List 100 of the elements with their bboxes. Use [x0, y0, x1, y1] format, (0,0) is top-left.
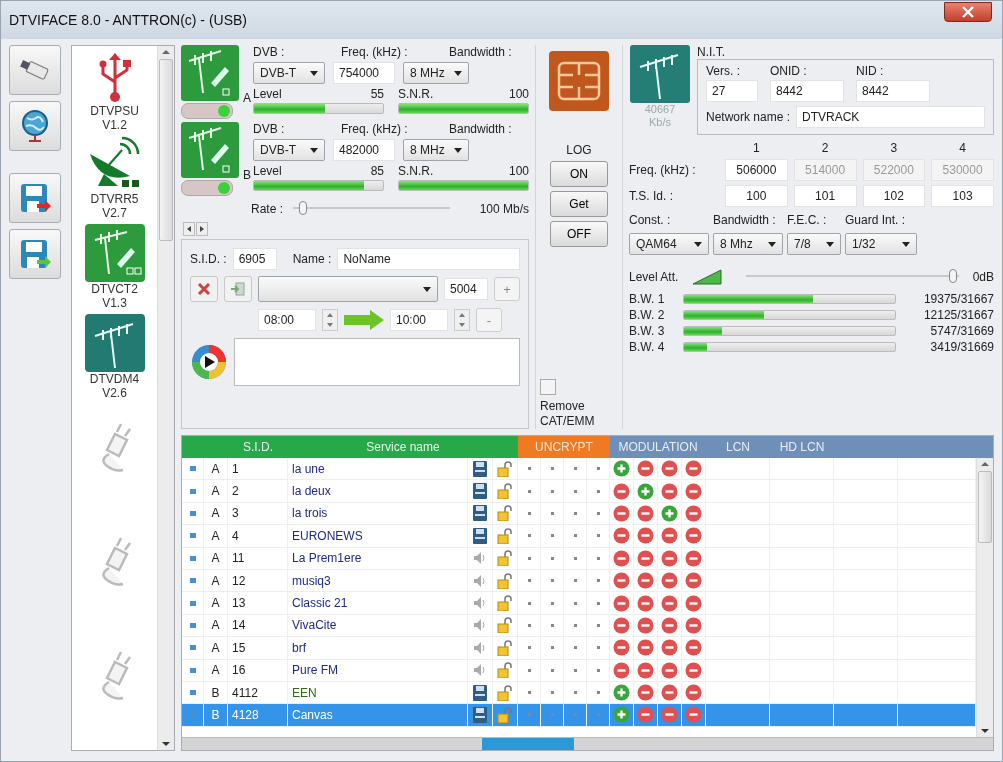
spin-down-icon[interactable] [459, 323, 465, 327]
minus-circle-icon[interactable] [685, 572, 702, 590]
table-row[interactable]: A 13 Classic 21 [182, 592, 976, 615]
ts-id-field[interactable]: 103 [931, 185, 994, 207]
onid-field[interactable]: 8442 [770, 80, 844, 102]
table-row[interactable]: A 11 La Prem1ere [182, 547, 976, 570]
plus-circle-icon[interactable] [637, 482, 654, 500]
time-spinner[interactable] [322, 309, 338, 331]
scroll-up-icon[interactable] [162, 49, 170, 55]
play-icon[interactable] [190, 343, 228, 381]
toggle-switch[interactable] [181, 103, 233, 119]
minus-circle-icon[interactable] [661, 482, 678, 500]
minus-circle-icon[interactable] [637, 616, 654, 634]
minus-circle-icon[interactable] [637, 549, 654, 567]
antenna-tile-icon[interactable] [84, 314, 145, 372]
table-row[interactable]: A 2 la deux [182, 480, 976, 503]
minus-circle-icon[interactable] [661, 639, 678, 657]
vertical-scrollbar[interactable] [157, 46, 174, 750]
minus-circle-icon[interactable] [661, 661, 678, 679]
minus-circle-icon[interactable] [613, 572, 630, 590]
end-time-field[interactable]: 10:00 [390, 309, 448, 331]
nid-field[interactable]: 8442 [856, 80, 930, 102]
log-button[interactable]: OFF [550, 221, 608, 247]
minus-circle-icon[interactable] [661, 706, 678, 724]
service-dropdown[interactable] [258, 276, 438, 302]
ts-id-field[interactable]: 102 [862, 185, 926, 207]
horizontal-scrollbar[interactable] [182, 737, 993, 750]
minus-circle-icon[interactable] [661, 460, 678, 478]
save-import-button[interactable] [9, 229, 61, 279]
minus-circle-icon[interactable] [637, 661, 654, 679]
minus-circle-icon[interactable] [685, 549, 702, 567]
table-row[interactable]: A 15 brf [182, 637, 976, 660]
frequency-field[interactable]: 482000 [333, 139, 395, 161]
minus-circle-icon[interactable] [685, 616, 702, 634]
chip-card-icon[interactable] [549, 51, 609, 111]
dvb-dropdown[interactable]: DVB-T [253, 139, 325, 161]
minus-circle-icon[interactable] [637, 460, 654, 478]
minus-circle-icon[interactable] [685, 460, 702, 478]
frequency-field[interactable]: 506000 [725, 159, 788, 181]
spin-up-icon[interactable] [327, 313, 333, 317]
minus-circle-icon[interactable] [637, 572, 654, 590]
scroll-right-button[interactable] [196, 222, 208, 236]
minus-circle-icon[interactable] [661, 572, 678, 590]
save-export-button[interactable] [9, 173, 61, 223]
time-spinner[interactable] [454, 309, 470, 331]
pid-field[interactable]: 5004 [444, 278, 488, 300]
minus-circle-icon[interactable] [613, 594, 630, 612]
minus-circle-icon[interactable] [661, 594, 678, 612]
toggle-switch[interactable] [181, 180, 233, 196]
table-row[interactable]: A 14 VivaCite [182, 614, 976, 638]
minus-circle-icon[interactable] [637, 594, 654, 612]
plus-circle-icon[interactable] [661, 504, 678, 522]
table-row[interactable]: A 1 la une [182, 458, 976, 481]
plus-circle-icon[interactable] [613, 706, 630, 724]
level-att-slider[interactable] [746, 269, 959, 285]
version-field[interactable]: 27 [706, 80, 758, 102]
minus-circle-icon[interactable] [637, 639, 654, 657]
globe-button[interactable] [9, 101, 61, 151]
minus-circle-icon[interactable] [685, 661, 702, 679]
minus-circle-icon[interactable] [685, 684, 702, 702]
minus-circle-icon[interactable] [613, 527, 630, 545]
insert-button[interactable] [224, 276, 252, 302]
bandwidth-dropdown[interactable]: 8 MHz [403, 62, 469, 84]
minus-circle-icon[interactable] [613, 639, 630, 657]
scroll-up-icon[interactable] [981, 461, 989, 467]
log-button[interactable]: ON [550, 161, 608, 187]
spin-down-icon[interactable] [327, 323, 333, 327]
scroll-left-button[interactable] [183, 222, 195, 236]
minus-circle-icon[interactable] [685, 482, 702, 500]
network-name-field[interactable]: DTVRACK [796, 106, 985, 128]
minus-circle-icon[interactable] [637, 504, 654, 522]
scroll-down-icon[interactable] [162, 741, 170, 747]
ts-id-field[interactable]: 101 [793, 185, 857, 207]
usb-stick-button[interactable] [9, 45, 61, 95]
table-row[interactable]: A 3 la trois [182, 502, 976, 526]
plus-circle-icon[interactable] [613, 684, 630, 702]
table-row[interactable]: A 4 EURONEWS [182, 525, 976, 548]
table-row[interactable]: A 16 Pure FM [182, 659, 976, 682]
close-button[interactable] [944, 2, 992, 22]
spin-up-icon[interactable] [459, 313, 465, 317]
minus-circle-icon[interactable] [637, 706, 654, 724]
scrollbar-thumb[interactable] [978, 471, 992, 543]
name-field[interactable]: NoName [337, 248, 520, 270]
minus-circle-icon[interactable] [613, 549, 630, 567]
minus-circle-icon[interactable] [637, 527, 654, 545]
rate-slider[interactable] [293, 201, 450, 217]
minus-circle-icon[interactable] [613, 482, 630, 500]
minus-circle-icon[interactable] [685, 504, 702, 522]
minus-circle-icon[interactable] [613, 504, 630, 522]
start-time-field[interactable]: 08:00 [258, 309, 316, 331]
frequency-field[interactable]: 754000 [333, 62, 395, 84]
log-button[interactable]: Get [550, 191, 608, 217]
parameter-dropdown[interactable]: 1/32 [845, 233, 917, 255]
minus-circle-icon[interactable] [661, 549, 678, 567]
remove-checkbox[interactable] [540, 379, 556, 395]
ts-id-field[interactable]: 100 [725, 185, 788, 207]
table-row[interactable]: A 12 musiq3 [182, 569, 976, 593]
minus-circle-icon[interactable] [685, 527, 702, 545]
minus-circle-icon[interactable] [661, 684, 678, 702]
minus-circle-icon[interactable] [613, 616, 630, 634]
